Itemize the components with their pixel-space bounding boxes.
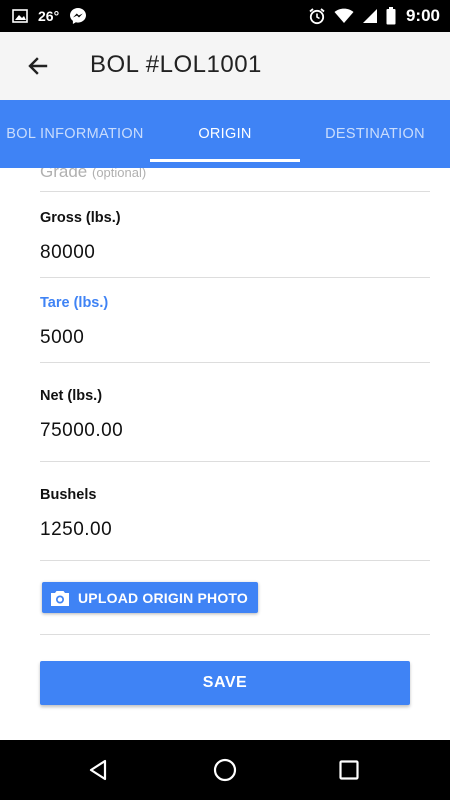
clock-text: 9:00 [405, 6, 440, 25]
save-button[interactable]: SAVE [40, 661, 410, 705]
grade-placeholder: Grade (optional) [40, 168, 147, 181]
tab-label: BOL INFORMATION [6, 126, 144, 142]
back-button[interactable] [22, 50, 54, 82]
image-icon [12, 8, 28, 24]
battery-icon [386, 7, 396, 25]
divider [40, 634, 430, 635]
tab-label: ORIGIN [198, 126, 252, 142]
alarm-icon [308, 7, 326, 25]
tare-label: Tare (lbs.) [40, 295, 109, 311]
signal-icon [362, 8, 378, 24]
arrow-left-icon [28, 57, 48, 75]
messenger-icon [69, 7, 87, 25]
active-tab-indicator [150, 159, 300, 162]
recents-square-icon[interactable] [333, 754, 365, 786]
tare-input[interactable]: 5000 [40, 327, 430, 349]
system-navigation-bar [0, 740, 450, 800]
bushels-label: Bushels [40, 487, 97, 503]
app-bar: BOL #LOL1001 [0, 32, 450, 100]
back-triangle-icon[interactable] [83, 754, 115, 786]
bushels-field[interactable]: Bushels 1250.00 [40, 487, 430, 561]
upload-origin-photo-button[interactable]: UPLOAD ORIGIN PHOTO [42, 582, 258, 613]
gross-field[interactable]: Gross (lbs.) 80000 [40, 210, 430, 278]
tab-destination[interactable]: DESTINATION [300, 100, 450, 168]
tab-label: DESTINATION [325, 126, 425, 142]
status-bar: 26° 9:00 [0, 0, 450, 32]
tab-bar: BOL INFORMATION ORIGIN DESTINATION [0, 100, 450, 168]
page-title: BOL #LOL1001 [90, 51, 262, 78]
grade-field[interactable]: Grade (optional) [40, 168, 430, 192]
net-input[interactable]: 75000.00 [40, 420, 430, 442]
temperature-text: 26° [38, 8, 60, 24]
gross-label: Gross (lbs.) [40, 210, 121, 226]
gross-input[interactable]: 80000 [40, 242, 430, 264]
tare-field[interactable]: Tare (lbs.) 5000 [40, 295, 430, 363]
upload-button-label: UPLOAD ORIGIN PHOTO [78, 589, 248, 606]
tab-origin[interactable]: ORIGIN [150, 100, 300, 168]
camera-icon [51, 590, 69, 606]
net-label: Net (lbs.) [40, 388, 103, 404]
origin-form: Grade (optional) Gross (lbs.) 80000 Tare… [0, 168, 450, 740]
wifi-icon [334, 8, 354, 24]
bushels-input[interactable]: 1250.00 [40, 519, 430, 541]
tab-bol-information[interactable]: BOL INFORMATION [0, 100, 150, 168]
net-field[interactable]: Net (lbs.) 75000.00 [40, 388, 430, 462]
home-circle-icon[interactable] [209, 754, 241, 786]
